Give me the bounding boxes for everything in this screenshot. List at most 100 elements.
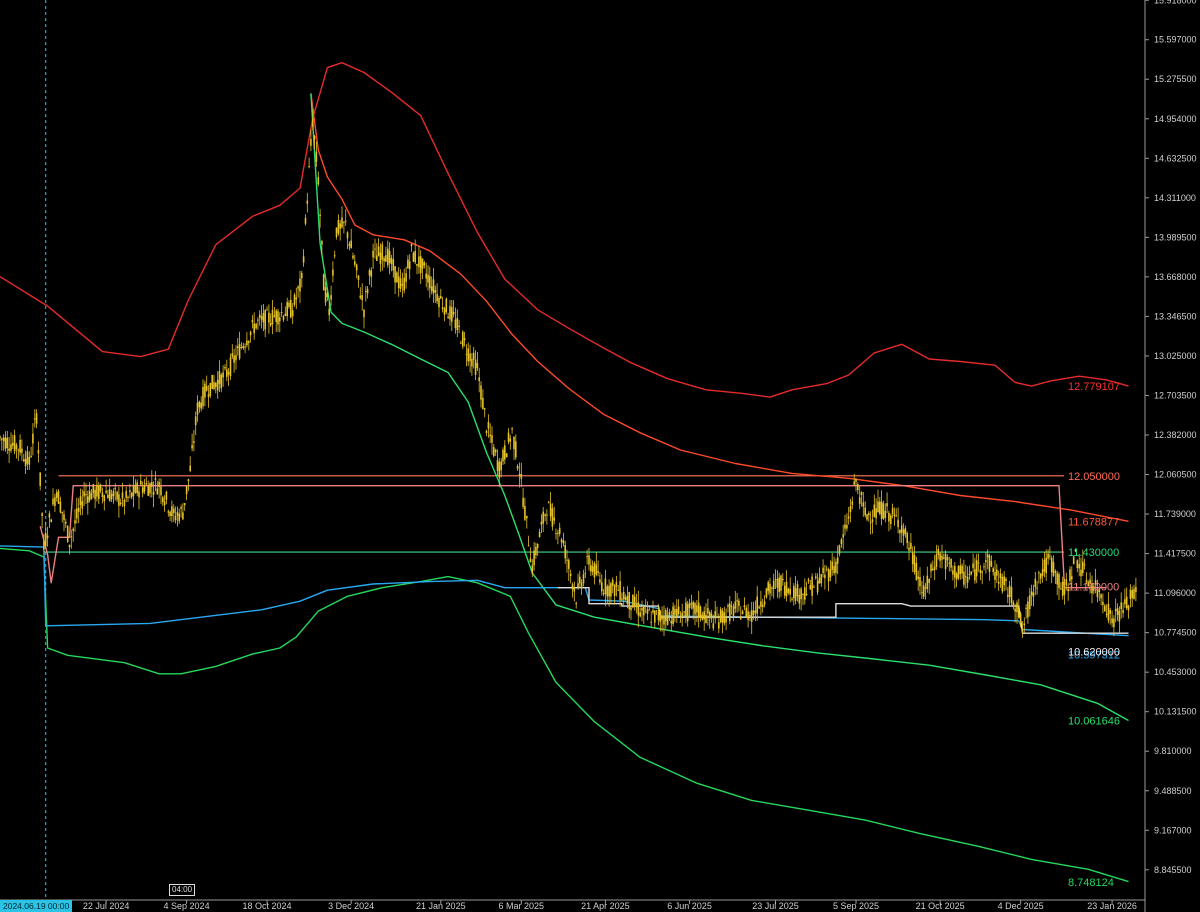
candle-body xyxy=(743,605,746,608)
candle-body xyxy=(785,581,788,597)
candle-body xyxy=(335,227,338,237)
candle-body xyxy=(43,541,45,550)
candle-body xyxy=(385,255,387,262)
candle-body xyxy=(774,579,777,581)
candle-body xyxy=(1023,623,1026,626)
candle-body xyxy=(140,480,142,485)
candle-body xyxy=(1050,557,1053,573)
candle-body xyxy=(888,512,890,522)
candle-body xyxy=(363,310,365,318)
candle-body xyxy=(198,401,201,408)
candle-body xyxy=(679,621,682,623)
candle-body xyxy=(644,605,647,607)
x-tick-label: 18 Oct 2024 xyxy=(243,901,292,911)
x-tick-label: 21 Jan 2025 xyxy=(416,901,466,911)
candle-body xyxy=(414,251,416,263)
candle-body xyxy=(79,496,82,506)
candle-body xyxy=(1,438,3,440)
candle-body xyxy=(524,506,526,520)
candle-body xyxy=(1041,569,1044,576)
candle-body xyxy=(919,577,921,587)
candle-body xyxy=(465,353,468,355)
candle-body xyxy=(154,478,157,480)
candle-body xyxy=(125,490,127,498)
candle-body xyxy=(862,502,865,507)
candle-body xyxy=(205,385,208,391)
candle-body xyxy=(193,441,195,443)
candle-body xyxy=(76,508,78,519)
candle-body xyxy=(522,497,524,507)
candle-body xyxy=(41,513,43,516)
candle-body xyxy=(529,558,532,563)
candle-body xyxy=(562,540,565,544)
candle-body xyxy=(423,262,426,266)
candle-body xyxy=(1021,631,1024,633)
y-tick-label: 14.954000 xyxy=(1154,114,1197,124)
candle-body xyxy=(696,605,698,613)
candle-body xyxy=(855,479,857,482)
candle-body xyxy=(1045,557,1047,574)
candle-body xyxy=(977,562,980,564)
x-tick-label: 22 Jul 2024 xyxy=(83,901,130,911)
candle-body xyxy=(677,606,680,615)
candle-body xyxy=(494,449,497,453)
candle-body xyxy=(1135,587,1137,593)
candle-body xyxy=(611,579,614,586)
candle-body xyxy=(399,278,402,289)
candle-body xyxy=(1032,592,1035,597)
candle-body xyxy=(114,487,116,490)
candle-body xyxy=(778,577,780,593)
candle-body xyxy=(408,261,411,270)
candle-body xyxy=(985,560,987,563)
candle-body xyxy=(637,602,640,616)
y-tick-label: 9.810000 xyxy=(1154,746,1192,756)
candle-body xyxy=(820,574,823,584)
candle-body xyxy=(469,353,471,362)
candle-body xyxy=(425,273,427,279)
candle-body xyxy=(427,274,429,283)
level-label: 11.430000 xyxy=(1068,547,1119,559)
candle-body xyxy=(1133,588,1135,599)
candle-body xyxy=(1010,587,1013,603)
candle-body xyxy=(123,500,126,507)
candle-body xyxy=(542,511,544,524)
candle-body xyxy=(218,371,221,384)
candle-body xyxy=(500,461,502,471)
candle-body xyxy=(1125,596,1128,609)
candle-body xyxy=(590,565,592,572)
candle-body xyxy=(207,394,210,397)
candle-body xyxy=(555,533,557,535)
price-chart[interactable]: 15.918000 15.597000 15.275500 14.954000 14.6… xyxy=(0,0,1200,912)
candle-body xyxy=(833,566,835,574)
candle-body xyxy=(194,416,197,426)
candle-body xyxy=(454,319,457,328)
candle-body xyxy=(849,505,852,513)
candle-body xyxy=(387,248,389,266)
candle-body xyxy=(518,474,521,476)
candle-body xyxy=(407,259,409,268)
candle-body xyxy=(17,449,20,451)
y-tick-label: 13.668000 xyxy=(1154,272,1197,282)
candle-body xyxy=(714,611,716,619)
candle-body xyxy=(560,539,563,543)
y-tick-label: 11.096000 xyxy=(1154,588,1196,598)
candle-body xyxy=(343,221,345,223)
candle-body xyxy=(312,119,314,127)
candle-body xyxy=(96,484,98,497)
level-label: 10.061646 xyxy=(1068,715,1120,727)
candle-body xyxy=(1025,607,1027,609)
candle-body xyxy=(1039,573,1042,579)
y-tick-label: 15.275500 xyxy=(1154,74,1197,84)
candle-body xyxy=(718,622,720,629)
candle-body xyxy=(701,614,704,620)
candle-body xyxy=(237,346,239,349)
time-badge[interactable]: 04:00 xyxy=(169,884,196,896)
level-label: 11.678877 xyxy=(1068,516,1119,528)
candle-body xyxy=(485,430,488,433)
candle-body xyxy=(992,568,994,572)
candle-body xyxy=(74,520,76,524)
candle-body xyxy=(110,494,113,500)
candle-body xyxy=(974,569,976,581)
candle-body xyxy=(436,294,438,302)
candle-body xyxy=(397,276,400,289)
